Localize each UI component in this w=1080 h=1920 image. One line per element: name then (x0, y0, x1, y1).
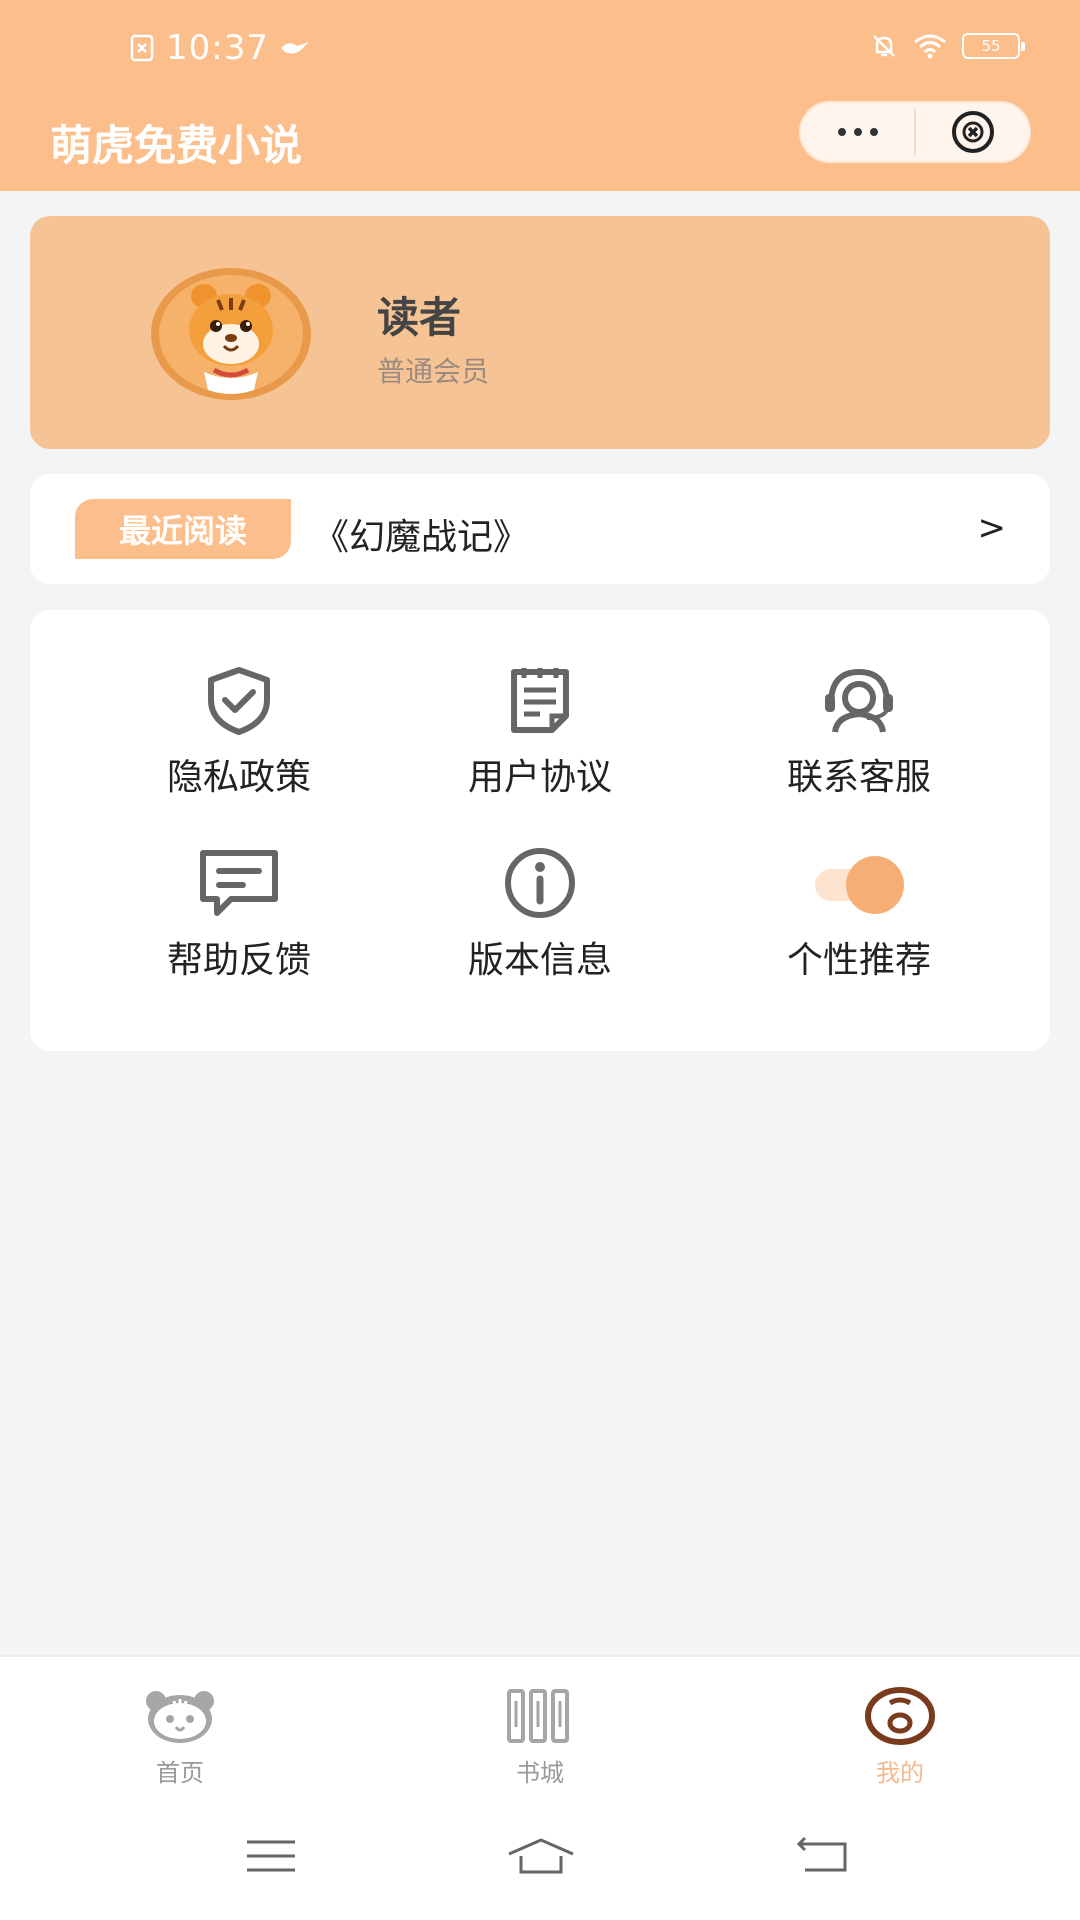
status-bar: 10:37 55 (0, 0, 1080, 96)
tab-mine[interactable]: 我的 (830, 1687, 970, 1788)
menu-label: 帮助反馈 (166, 940, 311, 981)
toggle-icon[interactable] (809, 847, 909, 919)
app-header: 10:37 55 萌虎免费小说 (0, 0, 1080, 191)
app-title: 萌虎免费小说 (50, 121, 303, 170)
menu-label: 个性推荐 (786, 940, 931, 981)
sim-icon (130, 34, 154, 62)
status-left: 10:37 (130, 28, 311, 68)
menu-item-help-feedback[interactable]: 帮助反馈 (129, 847, 349, 987)
menu-grid: 隐私政策 用户协议 联系客服 帮助反馈 版本信息 个性推荐 (30, 610, 1050, 1051)
menu-lines-icon[interactable] (245, 1836, 297, 1876)
tab-label: 书城 (516, 1759, 564, 1787)
menu-item-version-info[interactable]: 版本信息 (430, 847, 650, 987)
tab-bookstore[interactable]: 书城 (470, 1687, 610, 1788)
more-button[interactable] (801, 103, 914, 161)
status-time: 10:37 (166, 28, 269, 68)
tab-label: 首页 (156, 1759, 204, 1787)
signal-bird-icon (280, 42, 309, 54)
chevron-right-icon: > (977, 508, 1007, 548)
more-dots-icon (837, 128, 878, 136)
home-nav-icon[interactable] (505, 1836, 577, 1876)
menu-item-user-agreement[interactable]: 用户协议 (430, 664, 650, 804)
menu-item-privacy-policy[interactable]: 隐私政策 (129, 664, 349, 804)
tab-home[interactable]: 首页 (110, 1687, 250, 1788)
tiger-face-icon (146, 1691, 214, 1743)
menu-item-contact-support[interactable]: 联系客服 (749, 664, 969, 804)
menu-label: 用户协议 (467, 757, 612, 798)
menu-label: 联系客服 (786, 757, 931, 798)
menu-label: 版本信息 (467, 940, 612, 981)
tiger-avatar (151, 268, 311, 400)
document-icon (511, 668, 569, 733)
mute-bell-icon (873, 35, 895, 57)
info-icon (505, 848, 575, 918)
mini-program-capsule (799, 101, 1031, 163)
close-button[interactable] (916, 103, 1029, 161)
wifi-icon (914, 34, 946, 59)
headset-icon (825, 668, 893, 733)
bookshelf-icon (507, 1689, 569, 1743)
menu-item-personalized-recommendation[interactable]: 个性推荐 (749, 847, 969, 987)
battery-indicator: 55 (962, 33, 1025, 59)
recent-book-title: 《幻魔战记》 (313, 517, 530, 558)
user-name: 读者 (377, 293, 462, 342)
system-nav-bar (0, 1800, 1080, 1920)
back-nav-icon[interactable] (795, 1836, 851, 1876)
status-right: 55 (870, 32, 1025, 60)
membership-level: 普通会员 (377, 355, 490, 388)
shield-check-icon (208, 667, 270, 735)
profile-card[interactable]: 读者 普通会员 (30, 216, 1050, 449)
tab-label: 我的 (876, 1759, 924, 1787)
recent-reading-tag: 最近阅读 (75, 499, 291, 559)
close-circle-icon (951, 111, 994, 153)
menu-label: 隐私政策 (166, 757, 311, 798)
profile-icon (865, 1687, 935, 1745)
bottom-tab-bar: 首页 书城 我的 (0, 1655, 1080, 1800)
recent-reading-row[interactable]: 最近阅读 《幻魔战记》 > (30, 474, 1050, 584)
chat-bubble-icon (200, 850, 278, 916)
